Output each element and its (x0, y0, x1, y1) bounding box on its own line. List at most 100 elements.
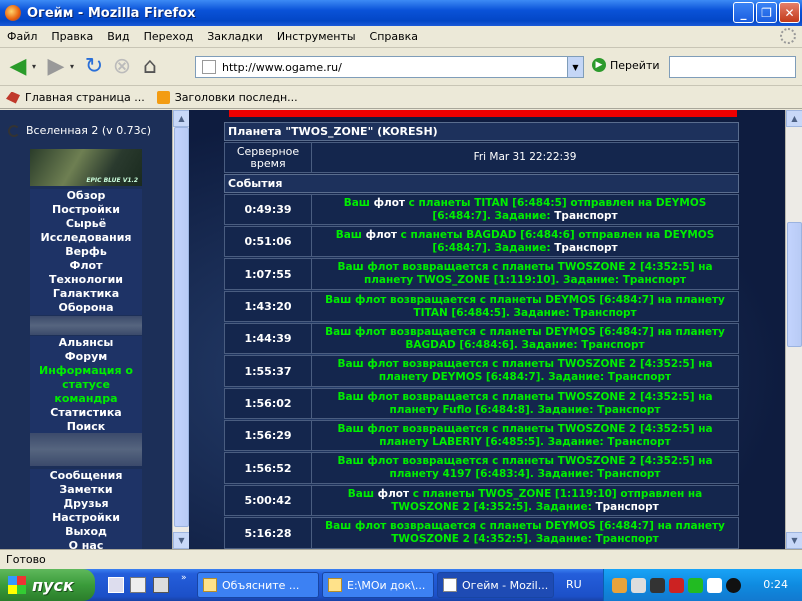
menu-buildings[interactable]: Постройки (30, 203, 142, 217)
event-description: Ваш флот возвращается с планеты TWOSZONE… (337, 390, 713, 416)
menu-defense[interactable]: Оборона (30, 301, 142, 315)
menu-statistics[interactable]: Статистика (30, 406, 142, 420)
menu-search[interactable]: Поиск (30, 420, 142, 434)
menu-resources[interactable]: Сырьё (30, 217, 142, 231)
menu-commander[interactable]: командра (30, 392, 142, 406)
menu-status-info[interactable]: Информация о статусе (30, 364, 142, 392)
tray-icon[interactable] (650, 577, 665, 593)
menu-research[interactable]: Исследования (30, 231, 142, 245)
url-input[interactable] (222, 60, 567, 74)
menu-logout[interactable]: Выход (30, 525, 142, 539)
event-time: 5:00:42 (225, 486, 312, 515)
left-frame: Вселенная 2 (v 0.73c) EPIC BLUE V1.2 Обз… (0, 110, 172, 549)
main-frame: Планета "TWOS_ZONE" (KORESH) Серверное в… (189, 110, 785, 549)
tray-icon[interactable] (707, 577, 722, 593)
menu-bookmarks[interactable]: Закладки (207, 30, 263, 43)
task-firefox[interactable]: Огейм - Mozil... (437, 572, 554, 598)
close-button[interactable]: ✕ (779, 2, 800, 23)
maximize-button[interactable]: ❐ (756, 2, 777, 23)
menu-fleet[interactable]: Флот (30, 259, 142, 273)
planet-header: Планета "TWOS_ZONE" (KORESH) (224, 122, 739, 141)
page-scrollbar[interactable]: ▲ ▼ (785, 110, 802, 549)
menu-galaxy[interactable]: Галактика (30, 287, 142, 301)
home-icon[interactable]: ⌂ (136, 53, 164, 81)
scroll-thumb[interactable] (787, 222, 802, 347)
menu-separator (30, 433, 142, 466)
task-explorer[interactable]: E:\МОи док\... (322, 572, 434, 598)
tray-icon[interactable] (688, 577, 703, 593)
event-time: 5:16:28 (225, 518, 312, 548)
menu-view[interactable]: Вид (107, 30, 129, 43)
back-dropdown-icon[interactable]: ▾ (32, 62, 42, 71)
quicklaunch-icon[interactable] (153, 577, 169, 593)
bookmark-icon (6, 91, 20, 104)
task-word[interactable]: Объясните ... (197, 572, 319, 598)
quicklaunch-expand-icon[interactable]: » (181, 573, 187, 583)
address-bar[interactable]: ▼ (195, 56, 584, 78)
event-row: 0:49:39 Ваш флот с планеты TITAN [6:484:5… (224, 194, 739, 225)
bookmarks-toolbar: Главная страница ... Заголовки последн..… (0, 87, 802, 109)
scroll-thumb[interactable] (174, 127, 189, 527)
bookmark-headlines[interactable]: Заголовки последн... (156, 91, 298, 104)
menu-help[interactable]: Справка (370, 30, 418, 43)
windows-flag-icon (8, 576, 26, 594)
menu-overview[interactable]: Обзор (30, 189, 142, 203)
server-time-label: Серверное время (225, 143, 312, 172)
menu-technology[interactable]: Технологии (30, 273, 142, 287)
back-arrow-icon[interactable]: ◀ (4, 53, 32, 81)
event-description: Ваш флот возвращается с планеты DEYMOS [… (325, 325, 725, 351)
event-time: 1:43:20 (225, 292, 312, 321)
menu-settings[interactable]: Настройки (30, 511, 142, 525)
event-row: 5:00:42 Ваш флот с планеты TWOS_ZONE [1:1… (224, 485, 739, 516)
event-time: 1:55:37 (225, 356, 312, 386)
event-description: Ваш флот возвращается с планеты TWOSZONE… (337, 358, 713, 383)
user-menu: Сообщения Заметки Друзья Настройки Выход… (30, 469, 142, 549)
show-desktop-icon[interactable] (108, 577, 124, 593)
menu-shipyard[interactable]: Верфь (30, 245, 142, 259)
event-description: Ваш флот возвращается с планеты TWOSZONE… (337, 455, 713, 480)
menu-edit[interactable]: Правка (51, 30, 93, 43)
url-dropdown-icon[interactable]: ▼ (567, 57, 583, 77)
event-time: 1:07:55 (225, 259, 312, 289)
menu-tools[interactable]: Инструменты (277, 30, 356, 43)
forward-dropdown-icon[interactable]: ▾ (70, 62, 80, 71)
stop-icon[interactable]: ⊗ (108, 53, 136, 81)
menu-go[interactable]: Переход (144, 30, 194, 43)
tray-icon[interactable] (669, 577, 684, 593)
scroll-down-icon[interactable]: ▼ (786, 532, 802, 549)
event-description: Ваш флот возвращается с планеты DEYMOS [… (325, 293, 725, 319)
left-frame-scrollbar[interactable]: ▲ ▼ (172, 110, 190, 549)
menu-file[interactable]: Файл (7, 30, 37, 43)
language-indicator[interactable]: RU (566, 578, 582, 591)
event-time: 1:56:52 (225, 453, 312, 483)
universe-label: Вселенная 2 (v 0.73c) (8, 124, 151, 137)
menu-messages[interactable]: Сообщения (30, 469, 142, 483)
menu-alliances[interactable]: Альянсы (30, 336, 142, 350)
bookmark-home[interactable]: Главная страница ... (6, 91, 145, 104)
event-time: 1:56:29 (225, 421, 312, 450)
minimize-button[interactable]: _ (733, 2, 754, 23)
server-time-row: Серверное время Fri Mar 31 22:22:39 (224, 142, 739, 173)
events-list: 0:49:39 Ваш флот с планеты TITAN [6:484:5… (224, 194, 739, 549)
go-button[interactable]: ▶ Перейти (592, 58, 660, 72)
scroll-up-icon[interactable]: ▲ (786, 110, 802, 127)
tray-icon[interactable] (612, 577, 627, 593)
scroll-up-icon[interactable]: ▲ (173, 110, 190, 127)
start-button[interactable]: пуск (0, 569, 95, 601)
tray-icon[interactable] (726, 577, 741, 593)
scroll-down-icon[interactable]: ▼ (173, 532, 190, 549)
forward-arrow-icon[interactable]: ▶ (42, 53, 70, 81)
notepad-icon[interactable] (130, 577, 146, 593)
menu-friends[interactable]: Друзья (30, 497, 142, 511)
menu-about[interactable]: О нас (30, 539, 142, 549)
taskbar: пуск » Объясните ... E:\МОи док\... Огей… (0, 569, 802, 601)
search-input[interactable] (669, 56, 796, 78)
window-title: Огейм - Mozilla Firefox (27, 5, 196, 21)
menu-forum[interactable]: Форум (30, 350, 142, 364)
menu-notes[interactable]: Заметки (30, 483, 142, 497)
reload-icon[interactable]: ↻ (80, 53, 108, 81)
throbber-icon (780, 28, 796, 44)
status-bar: Готово (0, 549, 802, 569)
event-time: 0:51:06 (225, 227, 312, 256)
tray-icon[interactable] (631, 577, 646, 593)
